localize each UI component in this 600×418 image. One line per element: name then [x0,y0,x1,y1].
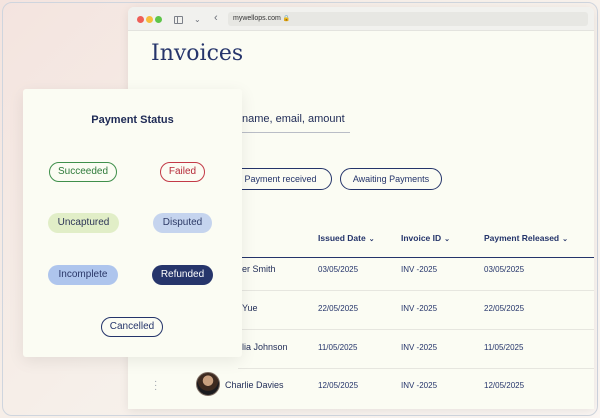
column-header-label: Payment Released [484,233,560,243]
row-divider [238,368,594,369]
filter-awaiting-payments[interactable]: Awaiting Payments [340,168,442,190]
column-header-invoice-id[interactable]: Invoice ID ⌄ [401,233,450,243]
drag-handle-icon[interactable]: · · · [154,377,157,395]
avatar [196,372,220,396]
column-header-label: Issued Date [318,233,366,243]
browser-titlebar: ⌄ ‹ mywellops.com 🔒 [128,7,594,31]
row-invoice-id: INV -2025 [401,265,438,274]
column-header-issued-date[interactable]: Issued Date ⌄ [318,233,375,243]
close-window-button[interactable] [137,16,144,23]
row-invoice-id: INV -2025 [401,304,438,313]
row-issued-date: 11/05/2025 [318,343,358,352]
row-invoice-id: INV -2025 [401,343,438,352]
lock-icon: 🔒 [282,16,291,22]
status-failed-badge[interactable]: Failed [160,162,205,182]
row-issued-date: 22/05/2025 [318,304,359,313]
status-incomplete-badge[interactable]: Incomplete [48,265,118,285]
row-name: er Smith [242,264,276,274]
status-disputed-badge[interactable]: Disputed [153,213,212,233]
search-field[interactable] [242,105,350,133]
chevron-down-icon: ⌄ [444,236,451,243]
search-input[interactable] [242,105,350,133]
url-text: mywellops.com [233,15,281,22]
minimize-window-button[interactable] [146,16,153,23]
column-header-payment-released[interactable]: Payment Released ⌄ [484,233,568,243]
row-payment-released: 03/05/2025 [484,265,525,274]
row-name: lia Johnson [242,342,288,352]
status-uncaptured-badge[interactable]: Uncaptured [48,213,119,233]
row-name: Charlie Davies [225,380,284,390]
status-cancelled-badge[interactable]: Cancelled [101,317,163,337]
chevron-down-icon: ⌄ [368,236,375,243]
back-arrow-icon[interactable]: ‹ [214,12,218,24]
row-issued-date: 03/05/2025 [318,265,359,274]
sidebar-toggle-icon[interactable] [174,16,183,24]
row-divider [238,329,594,330]
filter-payment-received[interactable]: Payment received [229,168,332,190]
row-name: Yue [242,303,258,313]
table-header-divider [238,257,594,258]
row-issued-date: 12/05/2025 [318,381,359,390]
chevron-down-icon: ⌄ [562,236,568,243]
maximize-window-button[interactable] [155,16,162,23]
address-bar[interactable]: mywellops.com 🔒 [228,12,588,26]
payment-status-card: Payment Status Succeeded Failed Uncaptur… [23,89,242,357]
row-divider [238,290,594,291]
column-header-label: Invoice ID [401,233,442,243]
status-refunded-badge[interactable]: Refunded [152,265,213,285]
status-succeeded-badge[interactable]: Succeeded [49,162,117,182]
card-title: Payment Status [91,114,174,126]
row-payment-released: 22/05/2025 [484,304,525,313]
row-payment-released: 12/05/2025 [484,381,525,390]
page-title: Invoices [151,41,244,66]
chevron-down-icon[interactable]: ⌄ [194,14,201,26]
row-payment-released: 11/05/2025 [484,343,524,352]
row-invoice-id: INV -2025 [401,381,438,390]
